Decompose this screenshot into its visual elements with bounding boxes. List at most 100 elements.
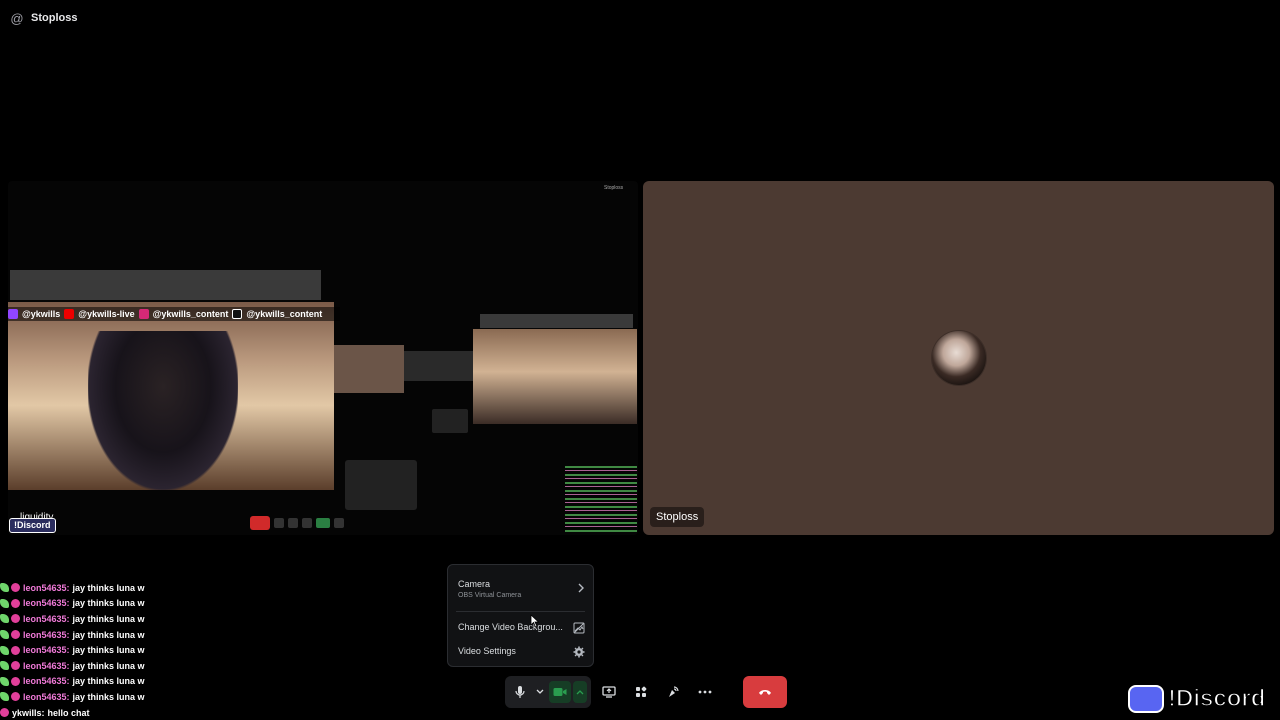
nested-button-icon <box>274 518 284 528</box>
channel-name: Stoploss <box>31 12 78 24</box>
chat-username: leon54635: <box>23 645 70 656</box>
activities-button[interactable] <box>625 676 657 708</box>
call-window: @ Stoploss Stoploss @ykwills @ykwills-li… <box>0 0 1280 720</box>
heart-badge-icon <box>11 614 20 624</box>
chat-text: jay thinks luna w <box>72 629 145 640</box>
chat-username: leon54635: <box>23 582 70 593</box>
menu-divider <box>456 611 585 612</box>
menu-item-camera[interactable]: Camera OBS Virtual Camera <box>458 575 585 603</box>
chevron-right-icon <box>577 583 585 596</box>
menu-item-label: Camera <box>458 579 491 589</box>
chat-username: leon54635: <box>23 613 70 624</box>
camera-icon <box>553 688 567 696</box>
social-link: @ykwills <box>22 309 61 319</box>
nested-webcam-mini <box>334 345 404 393</box>
menu-item-change-background[interactable]: Change Video Backgrou... <box>458 619 585 635</box>
chat-text: hello chat <box>47 707 90 718</box>
discord-watermark: !Discord <box>1128 683 1266 715</box>
chat-message: leon54635: jay thinks luna w <box>0 580 200 596</box>
social-link: @ykwills_content <box>152 309 229 319</box>
phone-hangup-icon <box>759 690 771 695</box>
soundboard-button[interactable] <box>657 676 689 708</box>
sub-badge-icon <box>0 676 9 686</box>
nested-discord-logo: !Discord <box>9 518 56 533</box>
activities-icon <box>636 686 647 697</box>
mic-options-button[interactable] <box>533 681 547 703</box>
social-link: @ykwills_content <box>246 309 323 319</box>
nested-menu-mini <box>432 409 468 433</box>
menu-item-label: Change Video Backgrou... <box>458 622 563 632</box>
chat-message: leon54635: jay thinks luna w <box>0 627 200 643</box>
sub-badge-icon <box>0 614 9 624</box>
microphone-button[interactable] <box>509 681 531 703</box>
chat-username: leon54635: <box>23 660 70 671</box>
share-screen-button[interactable] <box>593 676 625 708</box>
camera-device-name: OBS Virtual Camera <box>458 592 522 599</box>
chat-text: jay thinks luna w <box>72 645 145 656</box>
camera-options-menu: Camera OBS Virtual Camera Change Video B… <box>447 564 594 667</box>
disconnect-button[interactable] <box>743 676 787 708</box>
microphone-icon <box>515 686 525 698</box>
sub-badge-icon <box>0 630 9 640</box>
twitch-icon <box>8 309 18 319</box>
youtube-icon <box>64 309 75 319</box>
heart-badge-icon <box>11 645 20 655</box>
chat-message: leon54635: jay thinks luna w <box>0 611 200 627</box>
chat-message: ykwills: hello chat <box>0 705 200 720</box>
screenshare-tile[interactable]: Stoploss @ykwills @ykwills-live @ykwills… <box>8 181 638 535</box>
chevron-up-icon <box>576 690 584 695</box>
chat-text: jay thinks luna w <box>72 613 145 624</box>
nested-mic-icon <box>334 518 344 528</box>
chat-username: leon54635: <box>23 598 70 609</box>
nested-button-icon <box>302 518 312 528</box>
more-icon <box>698 690 712 694</box>
heart-badge-icon <box>11 692 20 702</box>
chat-message: leon54635: jay thinks luna w <box>0 642 200 658</box>
more-button[interactable] <box>689 676 721 708</box>
menu-item-video-settings[interactable]: Video Settings <box>458 643 585 659</box>
heart-badge-icon <box>11 583 20 593</box>
sub-badge-icon <box>0 583 9 593</box>
avatar <box>932 331 986 385</box>
nested-controls <box>250 516 390 530</box>
gear-icon <box>573 645 585 658</box>
chat-overlay: leon54635: jay thinks luna w leon54635: ja… <box>0 580 200 720</box>
social-link: @ykwills-live <box>78 309 135 319</box>
soundboard-icon <box>669 686 679 697</box>
heart-badge-icon <box>11 661 20 671</box>
chat-username: ykwills: <box>12 707 45 718</box>
chat-text: jay thinks luna w <box>72 582 145 593</box>
nested-channel-title: Stoploss <box>604 185 624 191</box>
nested-webcam-large <box>473 329 637 424</box>
participant-name: Stoploss <box>650 507 705 527</box>
nested-gray-bar <box>10 270 321 300</box>
instagram-icon <box>138 309 149 319</box>
chat-text: jay thinks luna w <box>72 676 145 687</box>
chat-message: leon54635: jay thinks luna w <box>0 658 200 674</box>
chat-text: jay thinks luna w <box>72 598 145 609</box>
sub-badge-icon <box>0 645 9 655</box>
camera-options-button[interactable] <box>573 681 587 703</box>
channel-header: @ Stoploss <box>10 9 77 27</box>
chevron-down-icon <box>536 689 544 694</box>
nested-camera-icon <box>316 518 330 528</box>
chat-username: leon54635: <box>23 629 70 640</box>
tiktok-icon <box>232 309 243 319</box>
nested-hangup-icon <box>250 516 270 530</box>
sub-badge-icon <box>0 598 9 608</box>
nested-chat <box>565 466 637 534</box>
heart-badge-icon <box>11 676 20 686</box>
screen-share-icon <box>602 686 616 698</box>
heart-badge-icon <box>0 708 9 718</box>
social-links-overlay: @ykwills @ykwills-live @ykwills_content … <box>8 307 340 321</box>
watermark-text: !Discord <box>1167 684 1266 713</box>
nested-button-icon <box>288 518 298 528</box>
background-icon <box>573 621 585 634</box>
mic-control-group <box>505 676 591 708</box>
camera-button[interactable] <box>549 681 571 703</box>
chat-message: leon54635: jay thinks luna w <box>0 689 200 705</box>
nested-gray-bar-mini <box>480 314 633 328</box>
sub-badge-icon <box>0 692 9 702</box>
chat-message: leon54635: jay thinks luna w <box>0 596 200 612</box>
at-icon: @ <box>10 10 24 26</box>
